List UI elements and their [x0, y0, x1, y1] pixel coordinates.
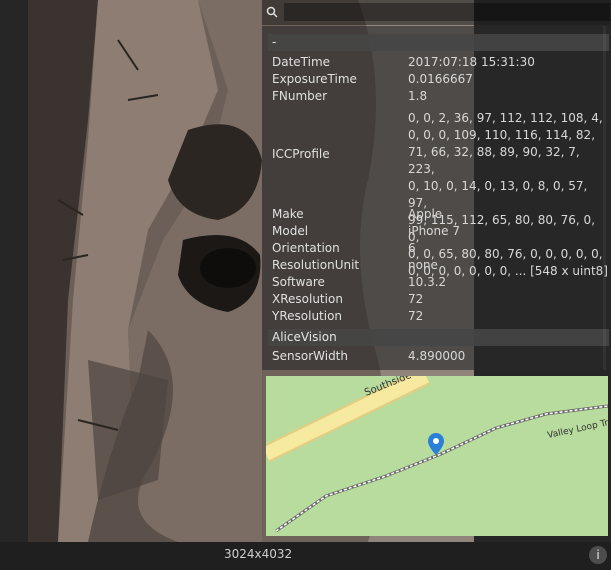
metadata-value: 4.890000: [408, 349, 466, 363]
metadata-value: Apple: [408, 207, 443, 221]
metadata-key: Orientation: [272, 241, 340, 255]
icc-line: 0, 0, 0, 109, 110, 116, 114, 82,: [408, 128, 596, 142]
alicevision-section-header[interactable]: AliceVision: [268, 329, 609, 346]
exif-section-header[interactable]: -: [268, 34, 609, 51]
metadata-key: ExposureTime: [272, 72, 357, 86]
metadata-value: 6: [408, 241, 416, 255]
metadata-value: 72: [408, 292, 424, 306]
image-resolution-label: 3024x4032: [224, 547, 293, 561]
info-icon[interactable]: i: [589, 546, 607, 564]
metadata-value: 0.0166667: [408, 72, 473, 86]
gps-map[interactable]: Southside Valley Loop Trail: [266, 376, 608, 536]
metadata-value: 10.3.2: [408, 275, 447, 289]
metadata-key: YResolution: [272, 309, 343, 323]
metadata-key: ResolutionUnit: [272, 258, 360, 272]
metadata-value: iPhone 7: [408, 224, 460, 238]
icc-line: 71, 66, 32, 88, 89, 90, 32, 7, 223,: [408, 145, 580, 176]
metadata-panel: - DateTime 2017:07:18 15:31:30 ExposureT…: [262, 26, 611, 370]
metadata-key: Model: [272, 224, 309, 238]
metadata-key: DateTime: [272, 55, 331, 69]
metadata-key: XResolution: [272, 292, 343, 306]
metadata-key: Make: [272, 207, 304, 221]
metadata-key: ICCProfile: [272, 147, 330, 161]
image-viewer: - DateTime 2017:07:18 15:31:30 ExposureT…: [0, 0, 611, 570]
metadata-search-input[interactable]: [284, 3, 610, 21]
search-icon[interactable]: [266, 6, 278, 18]
metadata-value: 1.8: [408, 89, 428, 103]
icc-line: 0, 0, 2, 36, 97, 112, 112, 108, 4,: [408, 111, 603, 125]
metadata-value: 72: [408, 309, 424, 323]
metadata-key: SensorWidth: [272, 349, 348, 363]
metadata-key: Software: [272, 275, 325, 289]
metadata-value: none: [408, 258, 438, 272]
map-tiles: Southside Valley Loop Trail: [266, 376, 608, 536]
viewer-footer: [0, 542, 611, 570]
metadata-scrollbar[interactable]: [603, 26, 606, 370]
metadata-key: FNumber: [272, 89, 328, 103]
metadata-value: 2017:07:18 15:31:30: [408, 55, 535, 69]
location-pin-icon[interactable]: [428, 433, 444, 455]
